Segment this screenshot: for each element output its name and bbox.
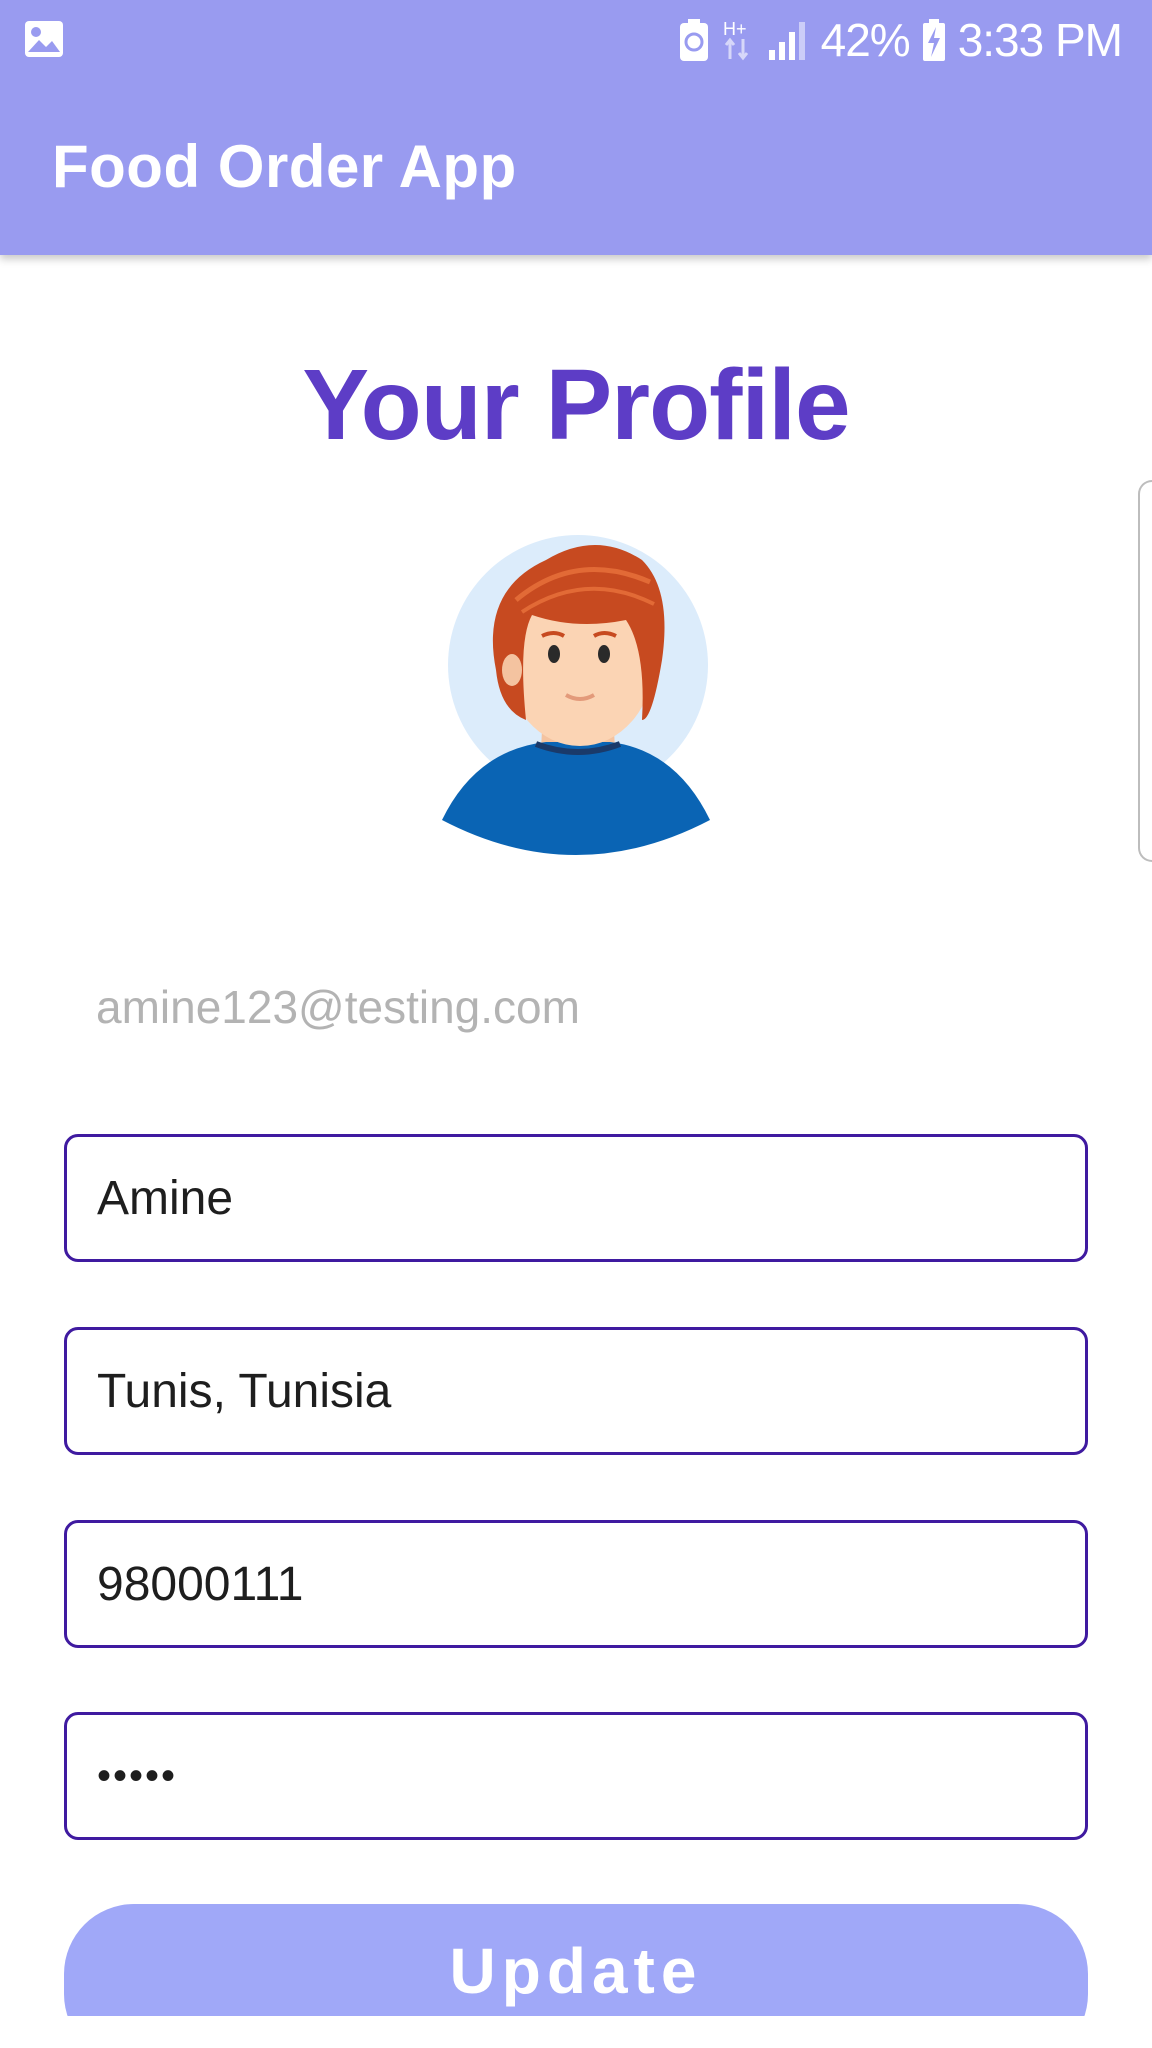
clock: 3:33 PM: [957, 14, 1123, 66]
email-label: amine123@testing.com: [96, 981, 580, 1033]
image-icon: [25, 21, 63, 57]
address-field[interactable]: Tunis, Tunisia: [64, 1327, 1088, 1455]
bottom-edge: [0, 2016, 1152, 2048]
battery-percent: 42%: [820, 14, 911, 66]
app-bar: H+ 42% 3:33 PM Food Order App: [0, 0, 1152, 255]
status-icons: H+ 42% 3:33 PM: [667, 10, 1123, 70]
hplus-network-icon: H+: [723, 19, 748, 61]
phone-field-value: 98000111: [97, 1557, 304, 1611]
password-field-value: •••••: [97, 1753, 178, 1798]
password-field[interactable]: •••••: [64, 1712, 1088, 1840]
name-field-value: Amine: [97, 1171, 234, 1225]
recycle-battery-icon: [679, 19, 708, 61]
app-title: Food Order App: [52, 133, 517, 200]
phone-field[interactable]: 98000111: [64, 1520, 1088, 1648]
signal-icon: [768, 22, 805, 60]
battery-charging-icon: [922, 19, 945, 61]
edge-panel-handle[interactable]: [1138, 480, 1152, 862]
name-field[interactable]: Amine: [64, 1134, 1088, 1262]
svg-text:H+: H+: [723, 19, 747, 39]
address-field-value: Tunis, Tunisia: [97, 1364, 392, 1418]
page-title: Your Profile: [302, 349, 850, 461]
avatar: [442, 535, 710, 855]
status-bar: H+ 42% 3:33 PM: [0, 0, 1152, 80]
